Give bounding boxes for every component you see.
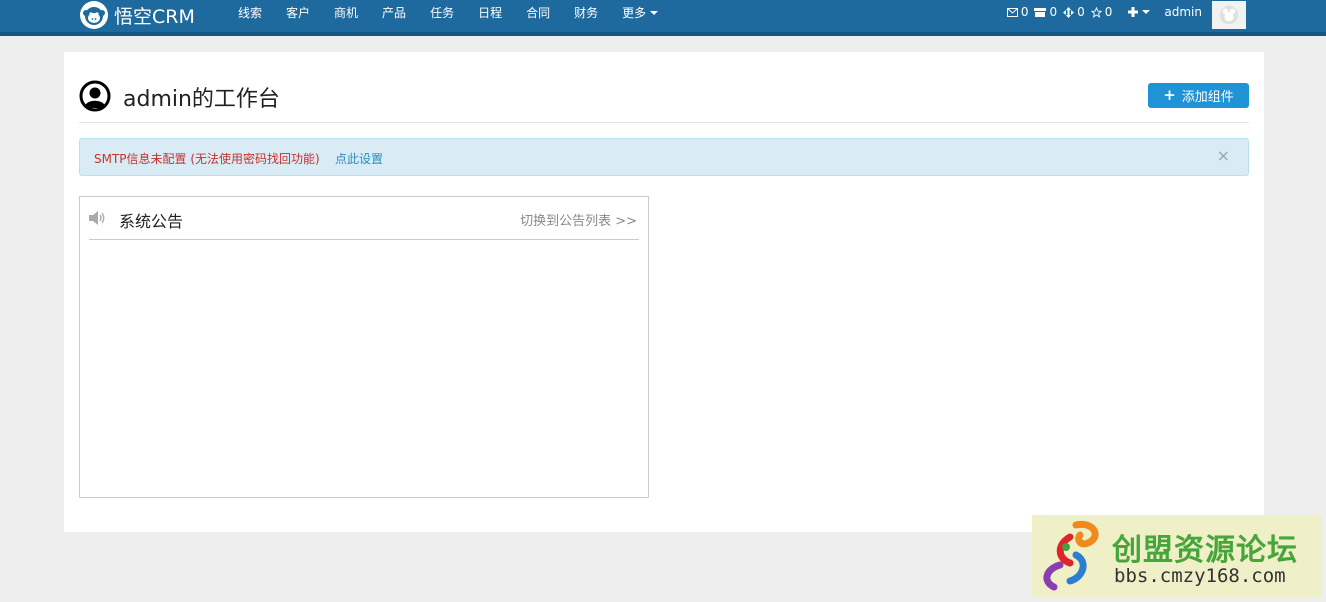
notice-title: 系统公告 bbox=[119, 212, 184, 231]
nav-more-label: 更多 bbox=[622, 5, 647, 20]
inbox-counter[interactable]: 0 bbox=[1034, 5, 1057, 19]
nav-item-contracts[interactable]: 合同 bbox=[526, 4, 550, 21]
workbench-panel: admin的工作台 + 添加组件 SMTP信息未配置 (无法使用密码找回功能) … bbox=[64, 52, 1264, 532]
user-circle-icon bbox=[79, 80, 111, 112]
plus-icon bbox=[1128, 7, 1139, 17]
smtp-alert: SMTP信息未配置 (无法使用密码找回功能) 点此设置 × bbox=[79, 138, 1249, 176]
system-notice-widget: 系统公告 切换到公告列表 >> bbox=[79, 196, 649, 498]
speaker-icon bbox=[89, 211, 105, 225]
caret-down-icon bbox=[650, 10, 659, 15]
page-header: admin的工作台 + 添加组件 bbox=[79, 78, 1249, 123]
brand-name: 悟空CRM bbox=[114, 5, 195, 28]
quick-add-menu[interactable] bbox=[1128, 7, 1151, 17]
alert-settings-link[interactable]: 点此设置 bbox=[335, 150, 383, 167]
favorites-count: 0 bbox=[1104, 5, 1113, 19]
star-icon bbox=[1090, 6, 1102, 18]
user-name[interactable]: admin bbox=[1164, 5, 1202, 19]
main-nav: 线索 客户 商机 产品 任务 日程 合同 财务 更多 bbox=[226, 0, 670, 24]
nav-item-finance[interactable]: 财务 bbox=[574, 4, 598, 21]
alert-message: SMTP信息未配置 (无法使用密码找回功能) bbox=[94, 152, 320, 166]
messages-count: 0 bbox=[1020, 5, 1029, 19]
nav-item-tasks[interactable]: 任务 bbox=[430, 4, 454, 21]
nav-item-products[interactable]: 产品 bbox=[382, 4, 406, 21]
watermark-url: bbs.cmzy168.com bbox=[1114, 565, 1286, 587]
inbox-count: 0 bbox=[1049, 5, 1058, 19]
nav-item-more[interactable]: 更多 bbox=[622, 4, 659, 21]
plus-icon: + bbox=[1163, 86, 1176, 104]
top-navbar: 悟空CRM 线索 客户 商机 产品 任务 日程 合同 财务 更多 0 0 0 0… bbox=[0, 0, 1326, 36]
switch-to-notice-list-link[interactable]: 切换到公告列表 >> bbox=[520, 210, 637, 229]
inbox-icon bbox=[1034, 7, 1047, 17]
monkey-logo-icon bbox=[80, 1, 108, 29]
add-widget-button[interactable]: + 添加组件 bbox=[1148, 83, 1249, 108]
messages-counter[interactable]: 0 bbox=[1006, 5, 1029, 19]
favorites-counter[interactable]: 0 bbox=[1090, 5, 1113, 19]
avatar[interactable] bbox=[1212, 1, 1246, 29]
user-avatar-icon bbox=[1219, 5, 1239, 25]
watermark-title: 创盟资源论坛 bbox=[1112, 533, 1298, 568]
forum-logo-icon bbox=[1043, 520, 1099, 591]
nav-right: 0 0 0 0 admin bbox=[1001, 0, 1246, 29]
add-widget-label: 添加组件 bbox=[1181, 90, 1234, 105]
nav-item-opportunities[interactable]: 商机 bbox=[334, 4, 358, 21]
close-icon[interactable]: × bbox=[1217, 146, 1230, 165]
forum-watermark: 创盟资源论坛 bbs.cmzy168.com bbox=[1032, 515, 1322, 597]
nav-item-customers[interactable]: 客户 bbox=[286, 4, 310, 21]
page-title: admin的工作台 bbox=[123, 87, 280, 112]
tasks-count: 0 bbox=[1077, 5, 1085, 19]
brand[interactable]: 悟空CRM bbox=[80, 0, 195, 30]
move-icon bbox=[1063, 6, 1075, 18]
tasks-counter[interactable]: 0 bbox=[1063, 5, 1085, 19]
nav-item-leads[interactable]: 线索 bbox=[238, 4, 262, 21]
nav-item-schedule[interactable]: 日程 bbox=[478, 4, 502, 21]
caret-down-icon bbox=[1142, 10, 1151, 14]
envelope-icon bbox=[1006, 7, 1018, 17]
notice-header: 系统公告 切换到公告列表 >> bbox=[89, 197, 639, 240]
